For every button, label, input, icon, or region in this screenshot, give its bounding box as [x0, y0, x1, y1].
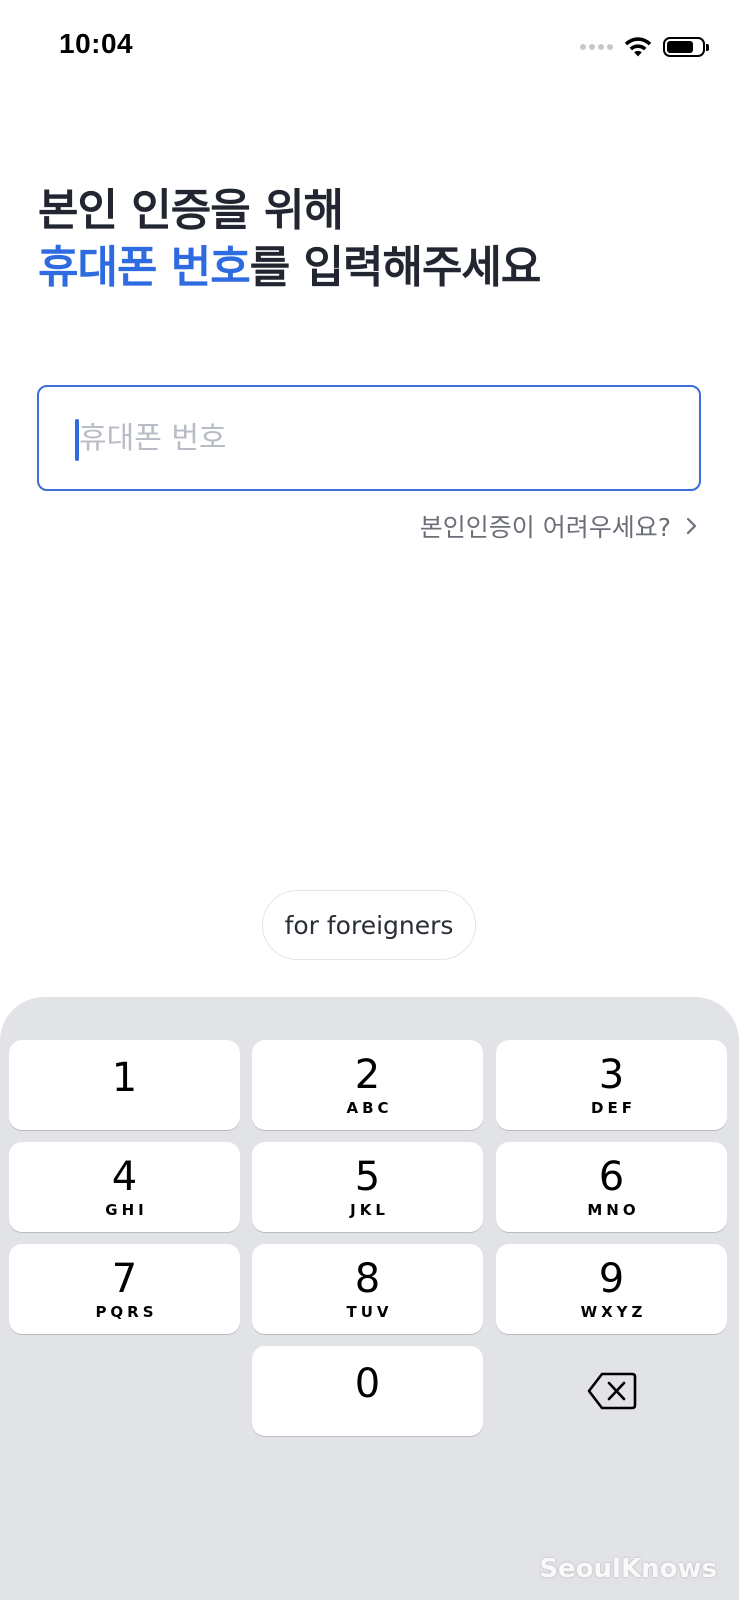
key-4[interactable]: 4 GHI [9, 1142, 240, 1232]
delete-backspace-icon [587, 1372, 636, 1410]
key-7[interactable]: 7 PQRS [9, 1244, 240, 1334]
numeric-keypad: 1 2 ABC 3 DEF 4 GHI 5 JKL 6 MNO 7 PQRS 8… [0, 997, 739, 1600]
key-letters: MNO [587, 1201, 640, 1219]
key-letters: WXYZ [580, 1303, 647, 1321]
title-line-1: 본인 인증을 위해 [38, 185, 344, 236]
key-9[interactable]: 9 WXYZ [496, 1244, 727, 1334]
key-digit: 3 [598, 1052, 625, 1098]
key-2[interactable]: 2 ABC [252, 1040, 483, 1130]
page-title: 본인 인증을 위해 휴대폰 번호를 입력해주세요 [38, 182, 542, 296]
key-digit: 0 [354, 1361, 381, 1407]
delete-key[interactable] [496, 1346, 727, 1436]
key-1[interactable]: 1 [9, 1040, 240, 1130]
key-0[interactable]: 0 [252, 1346, 483, 1436]
chevron-right-icon [686, 517, 697, 535]
title-rest: 를 입력해주세요 [249, 242, 542, 293]
key-8[interactable]: 8 TUV [252, 1244, 483, 1334]
key-digit: 5 [354, 1154, 381, 1200]
key-letters: DEF [591, 1099, 636, 1117]
phone-input-container[interactable] [37, 385, 701, 491]
key-digit: 7 [111, 1256, 138, 1302]
key-letters: PQRS [95, 1303, 158, 1321]
title-line-2: 휴대폰 번호를 입력해주세요 [38, 239, 542, 296]
key-letters: GHI [105, 1201, 148, 1219]
key-letters: ABC [346, 1099, 393, 1117]
verification-help-link[interactable]: 본인인증이 어려우세요? [420, 508, 701, 544]
for-foreigners-button[interactable]: for foreigners [262, 890, 476, 960]
battery-icon [663, 37, 709, 57]
title-accent: 휴대폰 번호 [38, 242, 251, 293]
key-digit: 1 [111, 1055, 138, 1101]
key-digit: 6 [598, 1154, 625, 1200]
status-icons [580, 33, 709, 61]
key-letters: TUV [346, 1303, 393, 1321]
status-time: 10:04 [59, 28, 134, 59]
key-letters: JKL [350, 1201, 389, 1219]
cellular-icon [580, 44, 613, 50]
help-link-label: 본인인증이 어려우세요? [419, 513, 671, 542]
key-3[interactable]: 3 DEF [496, 1040, 727, 1130]
wifi-icon [624, 37, 652, 57]
key-digit: 2 [354, 1052, 381, 1098]
status-bar: 10:04 [0, 0, 739, 92]
key-digit: 9 [598, 1256, 625, 1302]
key-5[interactable]: 5 JKL [252, 1142, 483, 1232]
phone-number-input[interactable] [39, 387, 699, 489]
text-caret [75, 419, 79, 461]
key-digit: 4 [111, 1154, 138, 1200]
key-6[interactable]: 6 MNO [496, 1142, 727, 1232]
watermark: SeoulKnows [539, 1554, 717, 1584]
key-digit: 8 [354, 1256, 381, 1302]
